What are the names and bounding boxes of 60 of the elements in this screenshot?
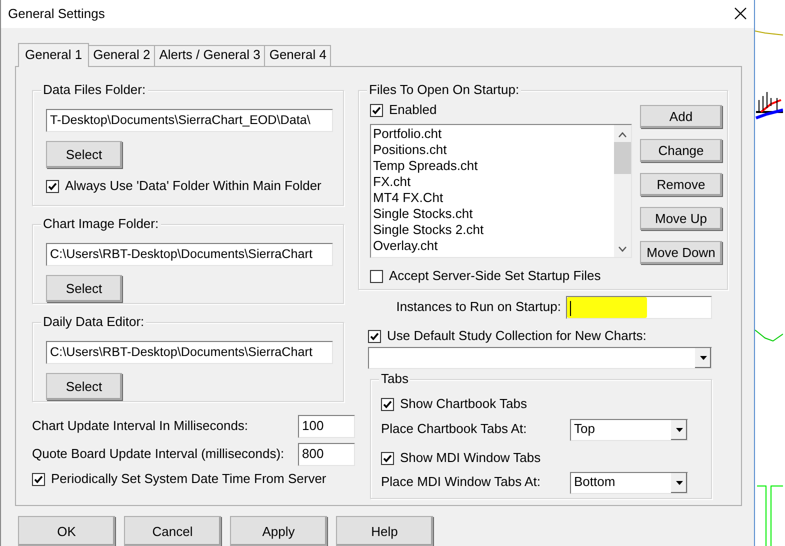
dropdown[interactable]: Bottom (570, 472, 688, 494)
checkbox[interactable] (370, 104, 383, 117)
dialog-button[interactable]: Move Up (640, 206, 722, 230)
checkbox[interactable] (381, 452, 394, 465)
field-label: Place MDI Window Tabs At: (381, 475, 540, 490)
dialog-button[interactable]: Select (46, 274, 122, 302)
list-item[interactable]: Single Stocks 2.cht (373, 222, 612, 238)
list-item[interactable]: Overlay.cht (373, 238, 612, 254)
field-label: Instances to Run on Startup: (396, 300, 561, 315)
path-field[interactable]: C:\Users\RBT-Desktop\Documents\SierraChart (46, 242, 333, 266)
checkbox-label: Use Default Study Collection for New Charts: (387, 328, 646, 344)
close-icon[interactable] (734, 7, 747, 20)
number-field[interactable]: 100 (298, 414, 355, 438)
dialog-button[interactable]: Add (640, 104, 722, 128)
dialog-button[interactable]: Move Down (640, 240, 722, 264)
path-field[interactable]: T-Desktop\Documents\SierraChart_EOD\Data\ (46, 108, 333, 132)
dropdown[interactable]: Top (570, 418, 688, 441)
input-field[interactable] (566, 296, 712, 319)
dialog-button[interactable]: Select (46, 372, 122, 400)
group-title: Files To Open On Startup: (367, 82, 522, 98)
dialog-button[interactable]: OK (18, 516, 115, 546)
field-label: Chart Update Interval In Milliseconds: (32, 418, 248, 434)
list-item[interactable]: Single Stocks.cht (373, 206, 612, 222)
dialog-button[interactable]: Select (46, 140, 122, 168)
dialog-button[interactable]: Remove (640, 172, 722, 196)
group-title: Daily Data Editor: (41, 314, 146, 330)
field-label: Quote Board Update Interval (milliseconds): (32, 446, 284, 462)
path-field[interactable]: C:\Users\RBT-Desktop\Documents\SierraChart (46, 340, 333, 364)
checkbox[interactable] (368, 330, 381, 343)
dialog-button[interactable]: Help (336, 516, 433, 546)
checkbox[interactable] (32, 472, 45, 486)
field-label: Place Chartbook Tabs At: (381, 422, 527, 438)
list-item[interactable]: MT4 FX.Cht (373, 190, 612, 206)
dialog-button[interactable]: Change (640, 138, 722, 162)
dropdown-arrow-icon[interactable] (676, 428, 682, 432)
dialog-button[interactable]: Cancel (124, 516, 221, 546)
group-title: Chart Image Folder: (41, 216, 161, 232)
list-item[interactable]: Portfolio.cht (373, 126, 612, 142)
file-list[interactable]: Portfolio.cht Positions.cht Temp Spreads.cht FX.cht MT4 FX.Cht Single Stocks.cht Single Stocks 2.cht Overlay.cht (370, 124, 632, 258)
checkbox[interactable] (46, 180, 59, 193)
checkbox[interactable] (370, 270, 383, 283)
checkbox-label: Accept Server-Side Set Startup Files (389, 268, 601, 284)
tab[interactable]: General 1 (18, 43, 90, 67)
checkbox-label: Enabled (389, 102, 437, 118)
checkbox-label: Show MDI Window Tabs (400, 450, 541, 466)
tab[interactable]: General 4 (264, 45, 332, 66)
number-field[interactable]: 800 (298, 442, 355, 466)
checkbox-label: Always Use 'Data' Folder Within Main Folder (65, 178, 322, 194)
scrollbar[interactable] (614, 124, 631, 257)
list-item[interactable]: Temp Spreads.cht (373, 158, 612, 174)
checkbox-label: Periodically Set System Date Time From Server (51, 472, 326, 487)
window-title: General Settings (8, 6, 105, 22)
checkbox[interactable] (381, 398, 394, 411)
list-item[interactable]: FX.cht (373, 174, 612, 190)
dropdown-arrow-icon[interactable] (700, 356, 706, 360)
dropdown-arrow-icon[interactable] (676, 480, 682, 485)
dropdown[interactable] (368, 346, 712, 369)
list-item[interactable]: Positions.cht (373, 142, 612, 158)
checkbox-label: Show Chartbook Tabs (400, 396, 527, 412)
dialog-button[interactable]: Apply (230, 516, 327, 546)
